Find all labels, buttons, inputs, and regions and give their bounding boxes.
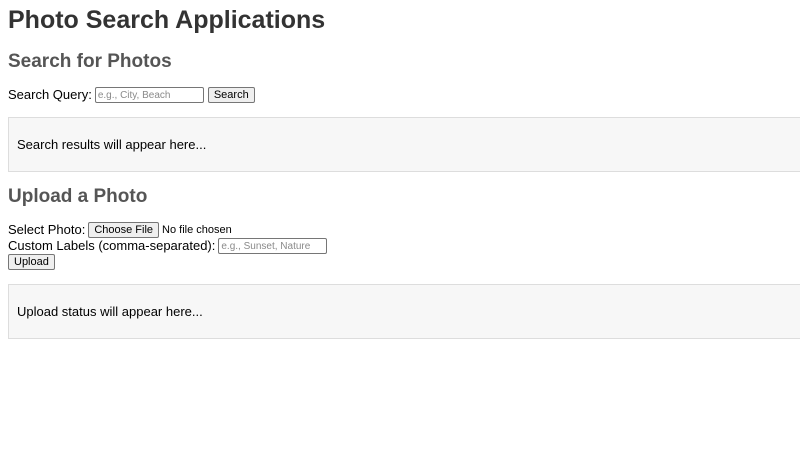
search-section: Search for Photos Search Query: Search S…: [8, 51, 800, 172]
file-status-text: No file chosen: [162, 224, 232, 236]
custom-labels-label: Custom Labels (comma-separated):: [8, 238, 216, 253]
search-row: Search Query: Search: [8, 87, 800, 103]
custom-labels-row: Custom Labels (comma-separated):: [8, 238, 800, 254]
upload-button[interactable]: Upload: [8, 254, 55, 270]
choose-file-button[interactable]: Choose File: [88, 222, 160, 238]
search-results-text: Search results will appear here...: [17, 137, 207, 152]
page-title: Photo Search Applications: [8, 6, 326, 34]
search-results-box: Search results will appear here...: [8, 117, 800, 172]
page: Photo Search Applications Search for Pho…: [0, 0, 800, 339]
upload-button-row: Upload: [8, 254, 800, 270]
search-input[interactable]: [94, 87, 204, 103]
upload-heading: Upload a Photo: [8, 186, 148, 207]
search-button[interactable]: Search: [207, 87, 255, 103]
search-query-label: Search Query:: [8, 87, 92, 102]
upload-status-text: Upload status will appear here...: [17, 304, 203, 319]
select-photo-label: Select Photo:: [8, 222, 86, 237]
upload-status-box: Upload status will appear here...: [8, 284, 800, 339]
search-heading: Search for Photos: [8, 51, 172, 72]
select-photo-row: Select Photo: Choose File No file chosen: [8, 222, 800, 238]
upload-section: Upload a Photo Select Photo: Choose File…: [8, 186, 800, 339]
custom-labels-input[interactable]: [218, 238, 328, 254]
